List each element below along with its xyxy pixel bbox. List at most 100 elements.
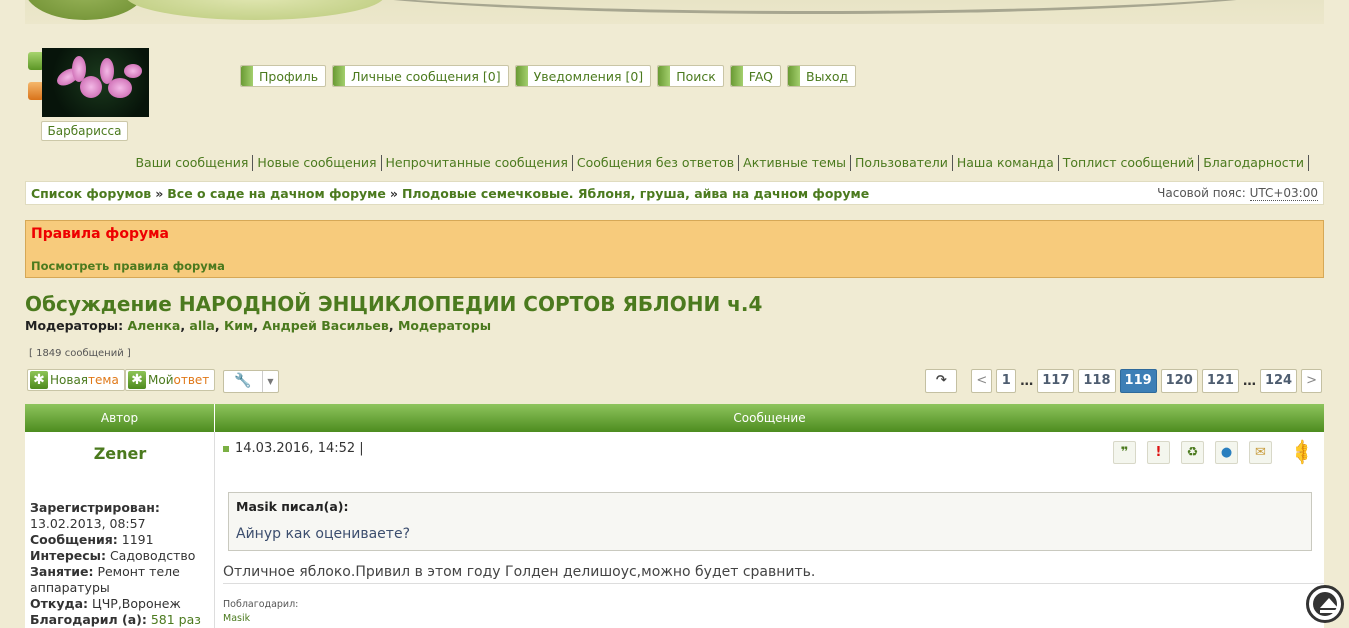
thumbs-down-icon[interactable]: 👎 xyxy=(1294,451,1309,465)
page-link[interactable]: 120 xyxy=(1160,369,1198,393)
secondary-navigation: Ваши сообщения Новые сообщения Непрочита… xyxy=(131,155,1309,171)
private-messages-label: Личные сообщения [0] xyxy=(351,68,501,84)
next-page-button[interactable]: > xyxy=(1301,369,1322,393)
profile-key: Зарегистрирован: xyxy=(30,500,160,515)
nav-unread-posts[interactable]: Непрочитанные сообщения xyxy=(382,155,573,171)
rating-thumbs: 👍👎 xyxy=(1294,440,1318,464)
timezone-value[interactable]: UTC+03:00 xyxy=(1249,186,1318,201)
quote-icon[interactable]: ❞ xyxy=(1113,441,1136,464)
profile-button[interactable]: Профиль xyxy=(240,65,327,87)
private-messages-button[interactable]: Личные сообщения [0] xyxy=(332,65,509,87)
pagination: ↷ < 1 … 117 118 119 120 121 … 124 > xyxy=(925,369,1322,393)
thanks-icon[interactable]: ♻ xyxy=(1181,441,1204,464)
avatar[interactable] xyxy=(42,48,149,117)
reply-button[interactable]: ✱ Мой ответ xyxy=(125,369,216,391)
reply-label-accent: ответ xyxy=(173,373,210,387)
button-bullet-icon xyxy=(730,66,743,86)
search-label: Поиск xyxy=(676,68,716,84)
button-bullet-icon xyxy=(788,66,800,86)
breadcrumb-pome-fruits[interactable]: Плодовые семечковые. Яблоня, груша, айва… xyxy=(402,186,869,201)
new-topic-button[interactable]: ✱ Новая тема xyxy=(27,369,125,391)
scroll-to-top-button[interactable] xyxy=(1306,585,1344,623)
nav-new-posts[interactable]: Новые сообщения xyxy=(253,155,382,171)
nav-team[interactable]: Наша команда xyxy=(953,155,1059,171)
post-text: Отличное яблоко.Привил в этом году Голде… xyxy=(223,564,816,580)
button-bullet-icon xyxy=(658,66,671,86)
post: Zener Зарегистрирован: 13.02.2013, 08:57… xyxy=(25,432,1324,628)
divider xyxy=(223,583,1324,584)
profile-row: Сообщения: 1191 xyxy=(30,532,210,548)
topic-title[interactable]: Обсуждение НАРОДНОЙ ЭНЦИКЛОПЕДИИ СОРТОВ … xyxy=(25,292,762,316)
thanked-by-user[interactable]: Masik xyxy=(223,612,298,626)
profile-key: Интересы: xyxy=(30,548,106,563)
thanked-by: Поблагодарил: Masik xyxy=(223,598,298,626)
post-author[interactable]: Zener xyxy=(25,444,215,463)
profile-value: ЦЧР,Воронеж xyxy=(88,596,181,611)
page-link[interactable]: 118 xyxy=(1078,369,1116,393)
nav-your-posts[interactable]: Ваши сообщения xyxy=(131,155,254,171)
post-author-panel: Zener Зарегистрирован: 13.02.2013, 08:57… xyxy=(25,432,215,628)
moderators: Модераторы: Аленка, alla, Ким, Андрей Ва… xyxy=(25,318,492,333)
current-page[interactable]: 119 xyxy=(1119,369,1157,393)
nav-users[interactable]: Пользователи xyxy=(851,155,953,171)
new-topic-label: Новая xyxy=(50,373,89,387)
moderator-link[interactable]: alla xyxy=(189,318,214,333)
profile-value: 13.02.2013, 08:57 xyxy=(30,516,146,531)
nav-thanks[interactable]: Благодарности xyxy=(1199,155,1309,171)
report-icon[interactable]: ! xyxy=(1147,441,1170,464)
profile-value-link[interactable]: 581 раз xyxy=(147,612,201,627)
moderator-link[interactable]: Андрей Васильев xyxy=(262,318,389,333)
logout-button[interactable]: Выход xyxy=(787,65,857,87)
notifications-button[interactable]: Уведомления [0] xyxy=(514,65,652,87)
thanked-by-label: Поблагодарил: xyxy=(223,599,299,610)
search-button[interactable]: Поиск xyxy=(657,65,724,87)
moderators-label: Модераторы: xyxy=(25,318,124,333)
profile-row: Зарегистрирован: 13.02.2013, 08:57 xyxy=(30,500,210,532)
page-link[interactable]: 124 xyxy=(1259,369,1298,393)
breadcrumb-forum-list[interactable]: Список форумов xyxy=(31,186,151,201)
page-link[interactable]: 1 xyxy=(996,369,1017,393)
column-author: Автор xyxy=(25,404,215,432)
breadcrumb-separator: » xyxy=(389,185,398,201)
page-link[interactable]: 121 xyxy=(1201,369,1239,393)
button-bullet-icon xyxy=(333,66,346,86)
timezone: Часовой пояс: UTC+03:00 xyxy=(1157,186,1318,201)
post-date-text: 14.03.2016, 14:52 | xyxy=(235,441,364,456)
forum-rules-link[interactable]: Посмотреть правила форума xyxy=(31,259,225,273)
chevron-down-icon: ▼ xyxy=(267,377,274,386)
faq-label: FAQ xyxy=(748,68,773,84)
button-bullet-icon xyxy=(515,66,528,86)
profile-row: Занятие: Ремонт теле аппаратуры xyxy=(30,564,210,596)
nav-active-topics[interactable]: Активные темы xyxy=(739,155,852,171)
pm-icon[interactable]: ● xyxy=(1215,441,1238,464)
pagination-ellipsis: … xyxy=(1242,373,1256,389)
logout-label: Выход xyxy=(806,68,849,84)
faq-button[interactable]: FAQ xyxy=(729,65,781,87)
jump-to-page-button[interactable]: ↷ xyxy=(925,369,958,393)
banner-swoosh xyxy=(305,0,1324,14)
header-banner xyxy=(25,0,1324,24)
breadcrumb: Список форумов » Все о саде на дачном фо… xyxy=(25,181,1324,205)
profile-key: Откуда: xyxy=(30,596,89,611)
profile-button-label: Профиль xyxy=(259,68,319,84)
banner-leaf xyxy=(125,0,385,20)
notifications-label: Уведомления [0] xyxy=(533,68,644,84)
author-profile: Зарегистрирован: 13.02.2013, 08:57 Сообщ… xyxy=(30,500,210,628)
new-topic-icon: ✱ xyxy=(30,371,48,389)
profile-value: 1191 xyxy=(117,532,154,547)
reply-label: Мой xyxy=(148,373,174,387)
page-link[interactable]: 117 xyxy=(1037,369,1075,393)
username-label[interactable]: Барбарисса xyxy=(41,121,128,141)
prev-page-button[interactable]: < xyxy=(971,369,993,393)
reply-icon: ✱ xyxy=(128,371,146,389)
moderator-link[interactable]: Аленка xyxy=(127,318,180,333)
quote-header: Masik писал(а): xyxy=(236,499,349,514)
email-icon[interactable]: ✉ xyxy=(1249,441,1272,464)
moderator-link[interactable]: Модераторы xyxy=(398,318,491,333)
moderator-link[interactable]: Ким xyxy=(224,318,253,333)
breadcrumb-garden[interactable]: Все о саде на дачном форуме xyxy=(167,186,386,201)
nav-unanswered[interactable]: Сообщения без ответов xyxy=(573,155,740,171)
top-navigation: Профиль Личные сообщения [0] Уведомления… xyxy=(240,65,857,87)
topic-tools-dropdown[interactable]: 🔧 ▼ xyxy=(223,370,279,393)
nav-toplist[interactable]: Топлист сообщений xyxy=(1059,155,1200,171)
